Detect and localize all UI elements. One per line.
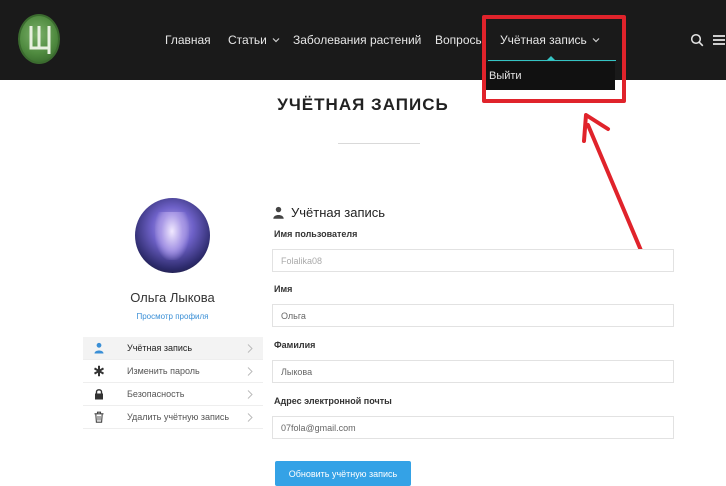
- site-logo[interactable]: [18, 14, 60, 64]
- chevron-right-icon: [247, 344, 253, 353]
- profile-name: Ольга Лыкова: [130, 290, 215, 305]
- sidebar-item-account[interactable]: Учётная запись: [83, 337, 263, 360]
- sidebar-item-label: Удалить учётную запись: [127, 412, 230, 422]
- nav-item-label: Заболевания растений: [293, 33, 422, 47]
- first-name-field[interactable]: Ольга: [272, 304, 674, 327]
- trash-icon: [94, 411, 104, 423]
- user-icon: [94, 342, 104, 354]
- nav-item-label: Вопросы: [435, 33, 485, 47]
- nav-item-questions[interactable]: Вопросы: [435, 30, 484, 50]
- username-label: Имя пользователя: [274, 229, 358, 239]
- last-name-label: Фамилия: [274, 340, 316, 350]
- sidebar-item-label: Безопасность: [127, 389, 185, 399]
- annotation-highlight-box: [482, 15, 626, 103]
- account-sidebar-menu: Учётная запись Изменить пароль Безопасно…: [83, 337, 263, 429]
- sidebar-item-change-password[interactable]: Изменить пароль: [83, 360, 263, 383]
- nav-item-plant-diseases[interactable]: Заболевания растений: [293, 30, 421, 50]
- lock-icon: [95, 389, 103, 400]
- logo-glyph-icon: [29, 26, 51, 54]
- chevron-down-icon: [272, 38, 280, 43]
- search-icon[interactable]: [690, 33, 704, 47]
- first-name-label: Имя: [274, 284, 293, 294]
- chevron-right-icon: [247, 413, 253, 422]
- avatar: [135, 198, 210, 273]
- sidebar-item-delete-account[interactable]: Удалить учётную запись: [83, 406, 263, 429]
- email-field[interactable]: 07fola@gmail.com: [272, 416, 674, 439]
- nav-item-label: Главная: [165, 33, 211, 47]
- sidebar-item-label: Изменить пароль: [127, 366, 200, 376]
- page-title: УЧЁТНАЯ ЗАПИСЬ: [277, 95, 449, 114]
- section-title: Учётная запись: [291, 205, 386, 220]
- account-section-header: Учётная запись: [272, 205, 385, 220]
- nav-item-label: Статьи: [228, 33, 267, 47]
- user-icon: [273, 206, 284, 219]
- username-field[interactable]: Folalika08: [272, 249, 674, 272]
- sidebar-item-label: Учётная запись: [127, 343, 193, 353]
- menu-icon[interactable]: [712, 33, 726, 47]
- nav-item-home[interactable]: Главная: [165, 30, 211, 50]
- update-account-button[interactable]: Обновить учётную запись: [275, 461, 411, 486]
- view-profile-link[interactable]: Просмотр профиля: [110, 312, 235, 321]
- nav-item-articles[interactable]: Статьи: [228, 30, 281, 50]
- chevron-right-icon: [247, 390, 253, 399]
- last-name-field[interactable]: Лыкова: [272, 360, 674, 383]
- email-label: Адрес электронной почты: [274, 396, 392, 406]
- chevron-right-icon: [247, 367, 253, 376]
- asterisk-icon: [93, 365, 105, 377]
- title-divider: [338, 143, 420, 144]
- sidebar-item-security[interactable]: Безопасность: [83, 383, 263, 406]
